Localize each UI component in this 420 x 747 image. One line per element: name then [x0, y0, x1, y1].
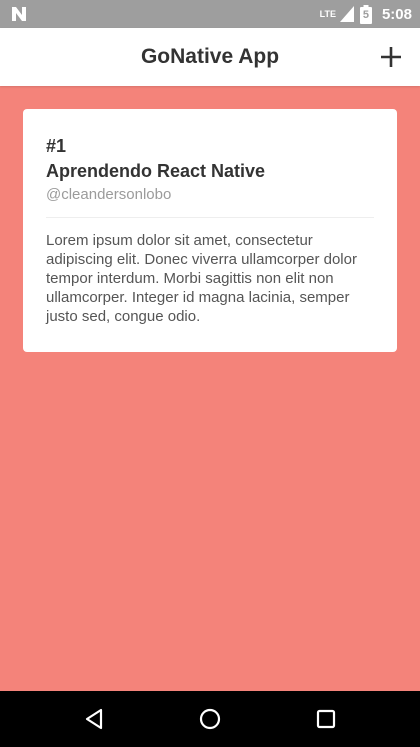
battery-level: 5 [362, 8, 370, 21]
app-header: GoNative App [0, 28, 420, 86]
status-bar: LTE 5 5:08 [0, 0, 420, 28]
page-title: GoNative App [140, 45, 280, 68]
plus-icon [381, 47, 401, 67]
battery-icon: 5 [359, 4, 372, 24]
clock-time: 5:08 [381, 5, 412, 23]
recents-icon [316, 709, 336, 729]
signal-icon [339, 6, 354, 22]
repository-card[interactable]: #1 Aprendendo React Native @cleandersonl… [23, 109, 397, 352]
notification-n-icon [12, 7, 26, 21]
home-button[interactable] [198, 707, 222, 731]
back-button[interactable] [82, 707, 106, 731]
back-icon [85, 708, 103, 730]
home-icon [199, 708, 221, 730]
navigation-bar [0, 691, 420, 747]
card-title: Aprendendo React Native [46, 161, 266, 181]
card-divider [46, 217, 374, 218]
recents-button[interactable] [314, 707, 338, 731]
card-author: @cleandersonlobo [46, 186, 172, 203]
card-description: Lorem ipsum dolor sit amet, consectetur … [46, 232, 357, 325]
card-number: #1 [46, 136, 67, 156]
add-button[interactable] [376, 42, 406, 72]
network-type-label: LTE [319, 8, 336, 19]
